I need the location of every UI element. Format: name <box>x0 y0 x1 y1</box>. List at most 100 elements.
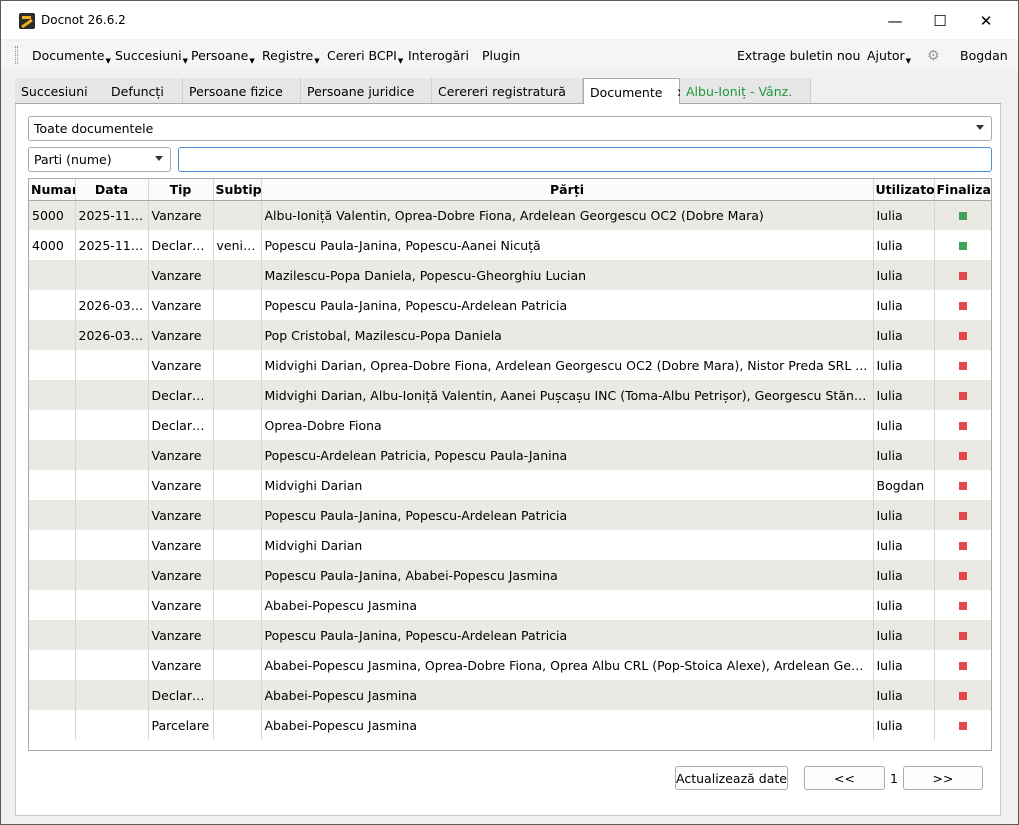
refresh-button[interactable]: Actualizează date <box>675 766 788 790</box>
numar-cell <box>29 440 76 470</box>
utilizator-cell: Iulia <box>873 650 935 680</box>
utilizator-cell: Iulia <box>873 260 935 290</box>
subtip-cell <box>213 260 262 290</box>
table-row[interactable]: 2026-03-19 Vanzare Popescu Paula-Janina, P… <box>29 290 991 320</box>
table-row[interactable]: Vanzare Midvighi Darian Iulia <box>29 530 991 560</box>
minimize-icon[interactable]: — <box>872 7 918 35</box>
prev-page-button[interactable]: << <box>804 766 885 790</box>
gear-icon[interactable]: ⚙ <box>927 48 940 64</box>
column-header-tip[interactable]: Tip <box>148 179 214 201</box>
column-header-finalizat[interactable]: Finalizat <box>934 179 991 201</box>
numar-cell: 5000 <box>29 200 76 230</box>
subtip-cell <box>213 350 262 380</box>
table-row[interactable]: Declaratie Ababei-Popescu Jasmina Iulia <box>29 680 991 710</box>
data-cell <box>75 500 149 530</box>
finalizat-cell <box>934 500 991 530</box>
table-row[interactable]: Vanzare Popescu Paula-Janina, Popescu-Ard… <box>29 500 991 530</box>
parti-cell: Mazilescu-Popa Daniela, Popescu-Gheorghi… <box>261 260 874 290</box>
app-window: Docnot 26.6.2 — ☐ ✕ Documente▼ Succesiun… <box>0 0 1019 825</box>
tip-cell: Vanzare <box>148 650 214 680</box>
table-row[interactable]: 2026-03-17 Vanzare Pop Cristobal, Mazilesc… <box>29 320 991 350</box>
tip-cell: Vanzare <box>148 350 214 380</box>
status-indicator-icon <box>958 451 967 460</box>
table-row[interactable]: Declaratie Oprea-Dobre Fiona Iulia <box>29 410 991 440</box>
search-input[interactable] <box>178 147 992 172</box>
status-indicator-icon <box>958 301 967 310</box>
data-cell: 2025-11-11 <box>75 230 149 260</box>
close-icon[interactable]: ✕ <box>963 7 1009 35</box>
column-header-utilizator[interactable]: Utilizator <box>873 179 935 201</box>
menu-succesiuni[interactable]: Succesiuni▼ <box>115 48 188 65</box>
menu-ajutor[interactable]: Ajutor▼ <box>867 48 911 65</box>
table-row[interactable]: 5000 2025-11-10 Vanzare Albu-Ioniță Valenti… <box>29 200 991 230</box>
table-row[interactable]: Vanzare Midvighi Darian, Oprea-Dobre Fion… <box>29 350 991 380</box>
utilizator-cell: Iulia <box>873 440 935 470</box>
numar-cell <box>29 560 76 590</box>
chevron-down-icon <box>155 156 163 161</box>
table-row[interactable]: Vanzare Popescu Paula-Janina, Popescu-Ard… <box>29 620 991 650</box>
app-logo-icon <box>19 13 35 29</box>
utilizator-cell: Iulia <box>873 680 935 710</box>
status-indicator-icon <box>958 271 967 280</box>
column-header-parti[interactable]: Părți <box>261 179 874 201</box>
next-page-button[interactable]: >> <box>903 766 983 790</box>
numar-cell <box>29 260 76 290</box>
finalizat-cell <box>934 440 991 470</box>
tab-persoane-juridice[interactable]: Persoane juridice <box>301 78 432 103</box>
table-row[interactable]: Declaratie Midvighi Darian, Albu-Ioniță V… <box>29 380 991 410</box>
menu-cereri-bcpi[interactable]: Cereri BCPI▼ <box>327 48 403 65</box>
menu-documente[interactable]: Documente▼ <box>32 48 111 65</box>
data-cell <box>75 560 149 590</box>
tab-cerereri-registratura[interactable]: Cerereri registratură <box>432 78 583 103</box>
subtip-cell: venituri <box>213 230 262 260</box>
table-row[interactable]: Vanzare Popescu-Ardelean Patricia, Popesc… <box>29 440 991 470</box>
document-filter-select[interactable]: Toate documentele <box>28 116 992 141</box>
menu-interogari[interactable]: Interogări <box>408 48 469 63</box>
data-cell <box>75 380 149 410</box>
utilizator-cell: Iulia <box>873 290 935 320</box>
status-indicator-icon <box>958 511 967 520</box>
data-cell: 2025-11-10 <box>75 200 149 230</box>
table-row[interactable]: Vanzare Ababei-Popescu Jasmina Iulia <box>29 590 991 620</box>
column-header-numar[interactable]: Numar <box>29 179 76 201</box>
search-field-select[interactable]: Parti (nume) <box>28 147 171 172</box>
tip-cell: Declaratie <box>148 380 214 410</box>
data-cell: 2026-03-19 <box>75 290 149 320</box>
parti-cell: Ababei-Popescu Jasmina, Oprea-Dobre Fion… <box>261 650 874 680</box>
table-row[interactable]: Vanzare Midvighi Darian Bogdan <box>29 470 991 500</box>
chevron-down-icon <box>976 125 984 130</box>
numar-cell <box>29 710 76 740</box>
subtip-cell <box>213 410 262 440</box>
table-row[interactable]: 4000 2025-11-11 Declaratie venituri Popescu … <box>29 230 991 260</box>
data-cell <box>75 410 149 440</box>
utilizator-cell: Iulia <box>873 530 935 560</box>
documents-table: Numar Data Tip Subtip Părți Utilizator F… <box>28 178 992 751</box>
maximize-icon[interactable]: ☐ <box>917 7 963 35</box>
numar-cell <box>29 620 76 650</box>
tip-cell: Vanzare <box>148 290 214 320</box>
table-row[interactable]: Vanzare Ababei-Popescu Jasmina, Oprea-Dob… <box>29 650 991 680</box>
tab-documente[interactable]: Documente✕ <box>583 78 687 105</box>
utilizator-cell: Iulia <box>873 500 935 530</box>
menu-plugin[interactable]: Plugin <box>482 48 520 63</box>
tab-persoane-fizice[interactable]: Persoane fizice <box>183 78 301 103</box>
tab-albu-ionit-vanz[interactable]: Albu-Ioniț - Vânz. <box>680 78 811 103</box>
user-name[interactable]: Bogdan <box>960 48 1008 63</box>
utilizator-cell: Iulia <box>873 380 935 410</box>
table-row[interactable]: Parcelare Ababei-Popescu Jasmina Iulia <box>29 710 991 740</box>
data-cell <box>75 530 149 560</box>
table-row[interactable]: Vanzare Popescu Paula-Janina, Ababei-Pope… <box>29 560 991 590</box>
toolbar-grip <box>15 46 18 64</box>
extrage-buletin-button[interactable]: Extrage buletin nou <box>737 48 860 63</box>
menu-registre[interactable]: Registre▼ <box>262 48 320 65</box>
title-bar[interactable]: Docnot 26.6.2 — ☐ ✕ <box>1 1 1018 39</box>
tab-defuncti[interactable]: Defuncți <box>105 78 183 103</box>
table-row[interactable]: Vanzare Mazilescu-Popa Daniela, Popescu-G… <box>29 260 991 290</box>
column-header-data[interactable]: Data <box>75 179 149 201</box>
parti-cell: Popescu Paula-Janina, Popescu-Ardelean P… <box>261 620 874 650</box>
menu-persoane[interactable]: Persoane▼ <box>191 48 255 65</box>
column-header-subtip[interactable]: Subtip <box>213 179 262 201</box>
subtip-cell <box>213 500 262 530</box>
tab-succesiuni[interactable]: Succesiuni <box>15 78 107 103</box>
tip-cell: Vanzare <box>148 530 214 560</box>
